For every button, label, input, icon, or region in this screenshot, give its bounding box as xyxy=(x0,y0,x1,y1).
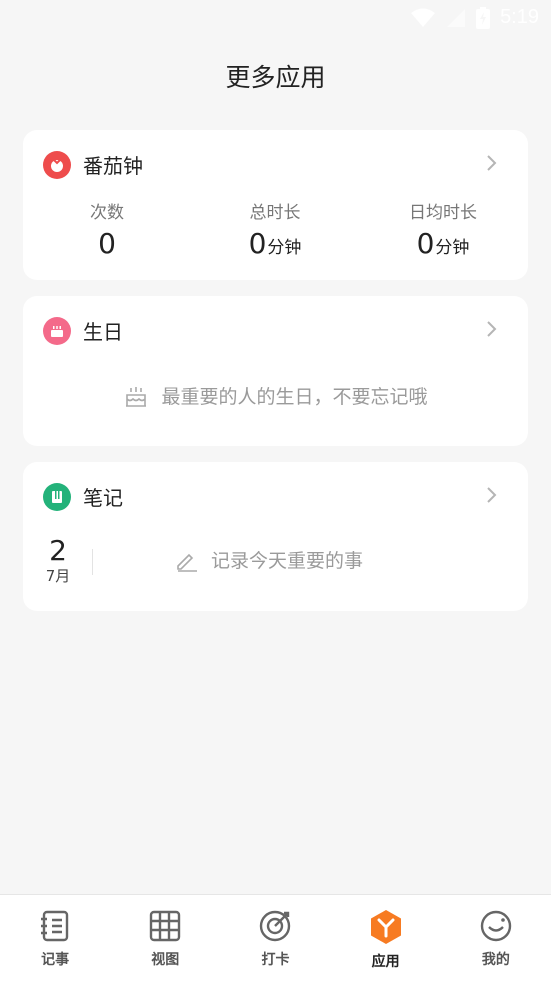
birthday-title: 生日 xyxy=(83,320,123,344)
status-icons: 5:19 xyxy=(410,6,539,29)
battery-icon xyxy=(476,6,491,29)
bottom-tab-bar: 记事 视图 打卡 应用 我的 xyxy=(0,894,551,982)
birthday-card[interactable]: 生日 最重要的人的生日，不要忘记哦 xyxy=(23,296,528,446)
notes-title: 笔记 xyxy=(83,486,123,510)
note-month: 7月 xyxy=(45,567,71,585)
divider xyxy=(92,549,93,575)
chevron-right-icon[interactable] xyxy=(482,486,500,504)
stat-total-duration: 总时长 0分钟 xyxy=(215,198,335,260)
notebook-icon xyxy=(41,910,69,942)
stat-daily-average: 日均时长 0分钟 xyxy=(383,198,503,260)
cake-outline-icon xyxy=(126,386,147,407)
signal-icon xyxy=(447,8,466,27)
chevron-right-icon[interactable] xyxy=(482,320,500,338)
tab-view[interactable]: 视图 xyxy=(110,895,220,982)
stat-value: 0 xyxy=(98,227,116,260)
smile-face-icon xyxy=(480,910,512,942)
tab-label: 我的 xyxy=(481,952,510,968)
note-prompt[interactable]: 记录今天重要的事 xyxy=(175,546,363,573)
tab-label: 打卡 xyxy=(261,952,290,968)
page-title: 更多应用 xyxy=(225,63,326,92)
tab-label: 视图 xyxy=(151,952,180,968)
tab-label: 应用 xyxy=(371,954,400,970)
pomodoro-title: 番茄钟 xyxy=(83,154,143,178)
birthday-header: 生日 xyxy=(43,316,123,345)
birthday-empty-text: 最重要的人的生日，不要忘记哦 xyxy=(161,386,428,408)
stat-value: 0分钟 xyxy=(416,227,470,260)
note-day: 2 xyxy=(49,534,67,567)
tab-label: 记事 xyxy=(41,952,70,968)
tab-me[interactable]: 我的 xyxy=(441,895,551,982)
status-time: 5:19 xyxy=(500,6,539,28)
pomodoro-header: 番茄钟 xyxy=(43,150,143,179)
cake-icon xyxy=(43,316,71,345)
tab-notes[interactable]: 记事 xyxy=(0,895,110,982)
stat-label: 次数 xyxy=(90,203,124,223)
notes-header: 笔记 xyxy=(43,482,123,511)
stat-count: 次数 0 xyxy=(47,198,167,260)
birthday-empty-state: 最重要的人的生日，不要忘记哦 xyxy=(23,382,528,409)
stat-value: 0分钟 xyxy=(248,227,302,260)
note-date: 2 7月 xyxy=(43,534,73,586)
tab-apps[interactable]: 应用 xyxy=(331,895,441,982)
target-icon xyxy=(260,910,291,942)
pomodoro-card[interactable]: 番茄钟 次数 0 总时长 0分钟 日均时长 0分钟 xyxy=(23,130,528,280)
tomato-icon xyxy=(43,150,71,179)
grid-icon xyxy=(150,910,181,942)
note-prompt-text: 记录今天重要的事 xyxy=(211,550,364,572)
chevron-right-icon[interactable] xyxy=(482,154,500,172)
stat-label: 总时长 xyxy=(249,203,301,223)
tab-checkin[interactable]: 打卡 xyxy=(220,895,330,982)
status-bar: 5:19 xyxy=(0,0,551,40)
apps-cube-icon xyxy=(370,910,401,944)
notes-card[interactable]: 笔记 2 7月 记录今天重要的事 xyxy=(23,462,528,611)
stat-label: 日均时长 xyxy=(409,203,477,223)
notebook-icon xyxy=(43,482,71,511)
wifi-icon xyxy=(411,8,436,27)
pencil-icon xyxy=(177,553,197,572)
